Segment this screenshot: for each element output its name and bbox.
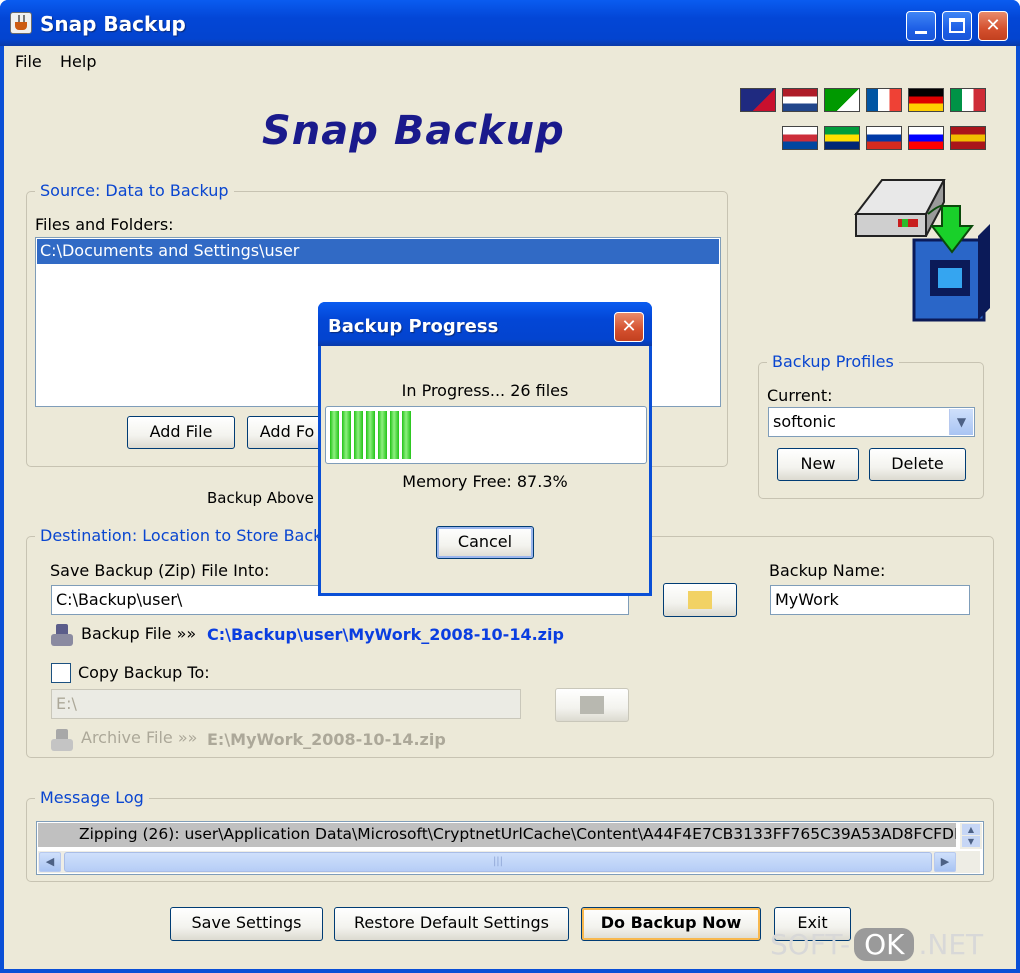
- maximize-button[interactable]: [942, 11, 972, 41]
- archive-file-path: E:\MyWork_2008-10-14.zip: [207, 730, 446, 749]
- backup-progress-dialog: Backup Progress ✕ In Progress... 26 file…: [318, 302, 652, 596]
- progress-segment: [378, 411, 387, 459]
- scroll-left-icon[interactable]: ◀: [39, 852, 61, 872]
- minimize-button[interactable]: [906, 11, 936, 41]
- progress-segment: [390, 411, 399, 459]
- folder-icon: [580, 696, 604, 714]
- drive-icon: [51, 624, 73, 646]
- close-icon: ✕: [621, 316, 637, 337]
- menu-help[interactable]: Help: [60, 52, 96, 71]
- copy-path-input[interactable]: E:\: [51, 689, 521, 719]
- message-log-title: Message Log: [35, 788, 149, 807]
- java-cup-icon: [10, 12, 32, 34]
- close-icon: ✕: [985, 15, 1001, 36]
- title-bar[interactable]: Snap Backup ✕: [0, 0, 1020, 46]
- copy-backup-label: Copy Backup To:: [78, 663, 210, 682]
- cancel-button[interactable]: Cancel: [436, 526, 534, 559]
- dialog-title: Backup Progress: [328, 316, 499, 337]
- flag-spain-icon[interactable]: [950, 126, 986, 150]
- flag-australia-icon[interactable]: [740, 88, 776, 112]
- backup-name-input[interactable]: MyWork: [770, 585, 970, 615]
- close-button[interactable]: ✕: [978, 11, 1008, 41]
- add-folder-button[interactable]: Add Fo: [247, 416, 327, 449]
- dialog-title-bar[interactable]: Backup Progress ✕: [318, 302, 652, 346]
- progress-segment: [354, 411, 363, 459]
- horizontal-scrollbar[interactable]: ◀ ||| ▶: [38, 851, 980, 873]
- flag-france-icon[interactable]: [866, 88, 902, 112]
- app-logo: Snap Backup: [262, 108, 565, 154]
- vertical-scrollbar[interactable]: ▲ ▼: [960, 823, 982, 849]
- do-backup-now-button[interactable]: Do Backup Now: [581, 907, 761, 941]
- flag-korea-icon[interactable]: [782, 126, 818, 150]
- flag-netherlands-icon[interactable]: [782, 88, 818, 112]
- flag-esperanto-icon[interactable]: [824, 88, 860, 112]
- progress-segment: [342, 411, 351, 459]
- current-profile-label: Current:: [767, 386, 833, 405]
- scroll-right-icon[interactable]: ▶: [934, 852, 956, 872]
- watermark-left: SOFT-: [770, 928, 851, 961]
- progress-segment: [402, 411, 411, 459]
- scroll-up-icon[interactable]: ▲: [962, 824, 980, 835]
- backup-file-label: Backup File »»: [81, 624, 197, 643]
- flag-italy-icon[interactable]: [950, 88, 986, 112]
- log-line: Zipping (26): user\Application Data\Micr…: [38, 823, 956, 847]
- app-window: Snap Backup ✕ File Help Snap Backup Sour…: [0, 0, 1020, 973]
- copy-backup-checkbox[interactable]: [51, 663, 71, 683]
- dialog-close-button[interactable]: ✕: [614, 312, 644, 342]
- drive-icon: [51, 729, 73, 751]
- flag-russia-icon[interactable]: [866, 126, 902, 150]
- progress-segment: [366, 411, 375, 459]
- list-item[interactable]: C:\Documents and Settings\user: [37, 239, 719, 264]
- browse-save-button[interactable]: [663, 583, 737, 617]
- backup-file-path: C:\Backup\user\MyWork_2008-10-14.zip: [207, 625, 564, 644]
- menu-bar: File Help: [4, 46, 1016, 76]
- maximize-icon: [949, 18, 965, 33]
- profiles-group-title: Backup Profiles: [767, 352, 899, 371]
- backup-drive-icon: [853, 179, 990, 322]
- chevron-down-icon[interactable]: ▼: [949, 409, 973, 435]
- progress-segment: [330, 411, 339, 459]
- delete-profile-button[interactable]: Delete: [869, 448, 966, 481]
- profile-select[interactable]: softonic ▼: [768, 407, 975, 437]
- archive-file-label: Archive File »»: [81, 728, 198, 747]
- add-file-button[interactable]: Add File: [127, 416, 235, 449]
- flag-brazil-icon[interactable]: [824, 126, 860, 150]
- new-profile-button[interactable]: New: [777, 448, 859, 481]
- watermark-right: .NET: [918, 928, 984, 961]
- menu-file[interactable]: File: [15, 52, 42, 71]
- flag-slovenia-icon[interactable]: [908, 126, 944, 150]
- folder-icon: [688, 591, 712, 609]
- files-folders-label: Files and Folders:: [35, 215, 174, 234]
- dialog-body: In Progress... 26 files Memory Free: 87.…: [321, 346, 649, 593]
- browse-copy-button[interactable]: [555, 688, 629, 722]
- minimize-icon: [915, 31, 927, 34]
- save-settings-button[interactable]: Save Settings: [170, 907, 323, 941]
- flag-germany-icon[interactable]: [908, 88, 944, 112]
- message-log-group: Message Log Zipping (26): user\Applicati…: [26, 788, 994, 882]
- backup-above-label: Backup Above: [207, 489, 314, 507]
- message-log[interactable]: Zipping (26): user\Application Data\Micr…: [36, 821, 984, 875]
- window-title: Snap Backup: [40, 12, 186, 36]
- destination-group-title: Destination: Location to Store Backu: [35, 526, 338, 545]
- save-into-label: Save Backup (Zip) File Into:: [50, 561, 270, 580]
- watermark-ok: OK: [854, 928, 915, 961]
- memory-free-label: Memory Free: 87.3%: [402, 472, 568, 491]
- restore-defaults-button[interactable]: Restore Default Settings: [334, 907, 569, 941]
- profiles-group: Backup Profiles Current: softonic ▼ New …: [758, 352, 984, 499]
- source-group-title: Source: Data to Backup: [35, 181, 234, 200]
- scroll-down-icon[interactable]: ▼: [962, 836, 980, 847]
- profile-select-value: softonic: [773, 412, 836, 431]
- watermark: SOFT- OK .NET: [770, 928, 983, 961]
- scroll-thumb[interactable]: |||: [64, 852, 932, 872]
- backup-name-label: Backup Name:: [769, 561, 886, 580]
- progress-status: In Progress... 26 files: [401, 381, 569, 400]
- progress-bar: [325, 406, 647, 464]
